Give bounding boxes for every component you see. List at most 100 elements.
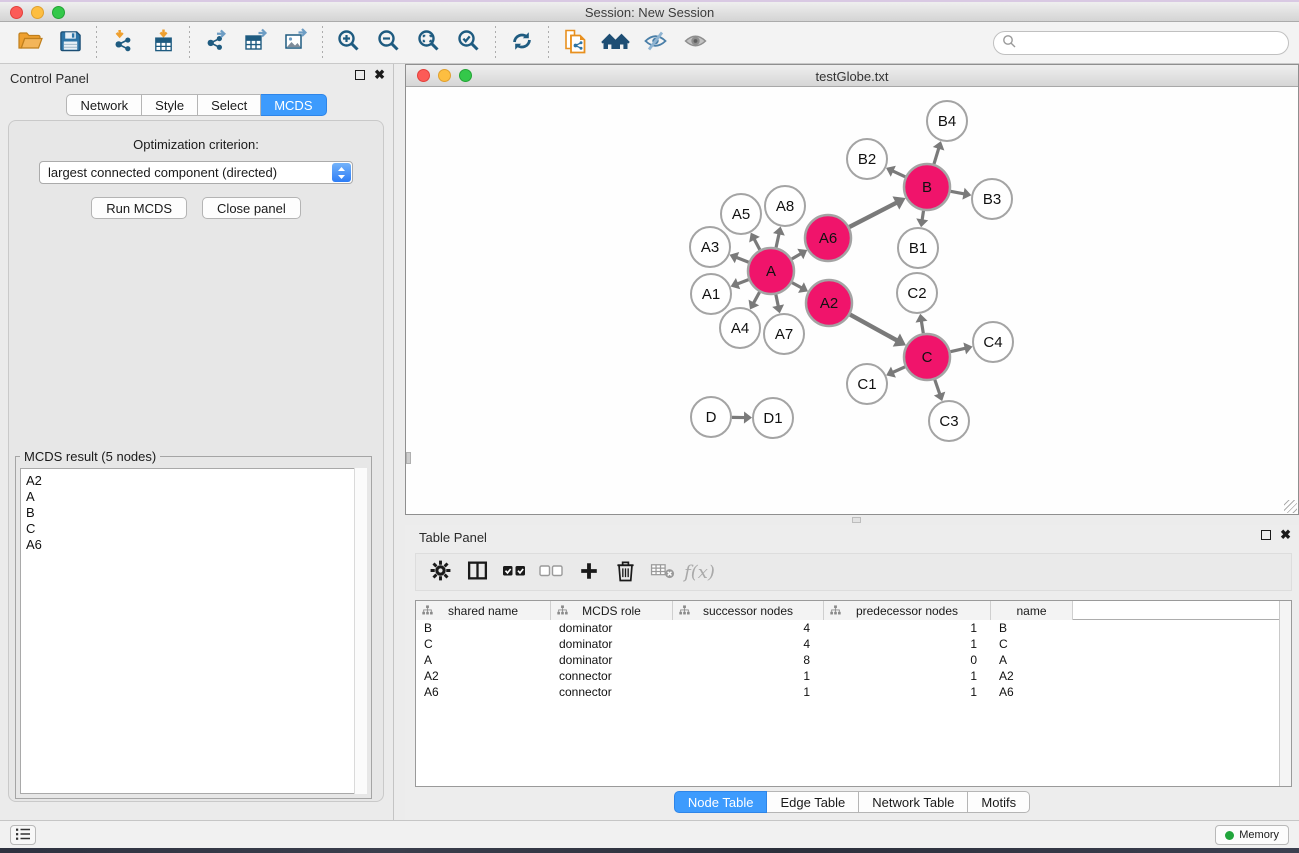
select-all-button[interactable]: [496, 555, 533, 589]
graph-edge-C-C4[interactable]: [950, 348, 965, 351]
graph-edge-B-B1[interactable]: [922, 211, 923, 221]
table-tab-edge-table[interactable]: Edge Table: [767, 791, 859, 813]
task-history-button[interactable]: [10, 825, 36, 845]
tab-mcds[interactable]: MCDS: [261, 94, 326, 116]
panel-splitter-horizontal[interactable]: [405, 515, 1299, 525]
zoom-in-button[interactable]: [329, 24, 369, 62]
column-header-name[interactable]: name: [991, 601, 1073, 620]
graph-edge-B-B2[interactable]: [892, 171, 905, 177]
show-annotations-button[interactable]: [675, 24, 715, 62]
close-panel-icon[interactable]: ✖: [374, 70, 385, 80]
apply-layout-button[interactable]: [502, 24, 542, 62]
create-column-button[interactable]: [570, 555, 607, 589]
main-titlebar[interactable]: Session: New Session: [0, 2, 1299, 22]
toolbar-separator: [189, 26, 190, 60]
splitter-grip[interactable]: [852, 517, 861, 523]
graph-edge-A-A2[interactable]: [792, 283, 802, 288]
graph-edge-A-A7[interactable]: [776, 295, 778, 307]
column-header-mcds-role[interactable]: MCDS role: [551, 601, 673, 620]
memory-button[interactable]: Memory: [1215, 825, 1289, 845]
control-tabs: NetworkStyleSelectMCDS: [66, 94, 326, 116]
window-resize-grip[interactable]: [1284, 500, 1297, 513]
graph-edge-A6-B[interactable]: [849, 203, 896, 227]
tab-select[interactable]: Select: [198, 94, 261, 116]
optimization-criterion-label: Optimization criterion:: [9, 137, 383, 152]
table-row[interactable]: A6connector11A6: [416, 684, 1291, 700]
graph-node-label-C2: C2: [907, 285, 926, 302]
zoom-selected-button[interactable]: [449, 24, 489, 62]
export-network-button[interactable]: [196, 24, 236, 62]
graph-node-label-A3: A3: [701, 239, 719, 256]
table-tab-motifs[interactable]: Motifs: [968, 791, 1030, 813]
table-cell: 1: [673, 669, 824, 683]
hide-annotations-button[interactable]: [635, 24, 675, 62]
new-network-from-selection-button[interactable]: [555, 24, 595, 62]
graph-edge-C-C2[interactable]: [921, 321, 923, 334]
export-table-button[interactable]: [236, 24, 276, 62]
close-panel-button[interactable]: Close panel: [202, 197, 301, 219]
table-cell: A6: [991, 685, 1073, 699]
search-field[interactable]: [993, 31, 1289, 55]
tab-network[interactable]: Network: [66, 94, 142, 116]
tab-style[interactable]: Style: [142, 94, 198, 116]
table-cell: dominator: [551, 621, 673, 635]
graph-node-label-A8: A8: [776, 198, 794, 215]
float-panel-icon[interactable]: [355, 70, 365, 80]
export-image-button[interactable]: [276, 24, 316, 62]
table-row[interactable]: Bdominator41B: [416, 620, 1291, 636]
deselect-all-button[interactable]: [533, 555, 570, 589]
canvas-left-grip[interactable]: [406, 452, 411, 464]
zoom-out-button[interactable]: [369, 24, 409, 62]
graph-node-label-C4: C4: [983, 334, 1002, 351]
table-row[interactable]: A2connector11A2: [416, 668, 1291, 684]
panel-splitter-vertical[interactable]: [394, 64, 405, 820]
graph-edge-B-B3[interactable]: [951, 191, 965, 194]
graph-edge-arrowhead: [772, 304, 784, 313]
zoom-fit-button[interactable]: [409, 24, 449, 62]
graph-edge-A-A6[interactable]: [792, 254, 801, 259]
graph-edge-A-A4[interactable]: [753, 292, 759, 303]
import-network-button[interactable]: [103, 24, 143, 62]
table-settings-button[interactable]: [422, 555, 459, 589]
table-row[interactable]: Adominator80A: [416, 652, 1291, 668]
graph-edge-C-C1[interactable]: [893, 367, 906, 373]
float-table-panel-icon[interactable]: [1261, 530, 1271, 540]
column-header-shared-name[interactable]: shared name: [416, 601, 551, 620]
column-header-label: successor nodes: [703, 604, 793, 618]
column-header-successor-nodes[interactable]: successor nodes: [673, 601, 824, 620]
run-mcds-button[interactable]: Run MCDS: [91, 197, 187, 219]
import-table-button[interactable]: [143, 24, 183, 62]
column-header-predecessor-nodes[interactable]: predecessor nodes: [824, 601, 991, 620]
network-window-titlebar[interactable]: testGlobe.txt: [406, 65, 1298, 87]
result-scrollbar[interactable]: [354, 468, 367, 794]
graph-edge-A2-C[interactable]: [850, 315, 897, 341]
table-body: Bdominator41BCdominator41CAdominator80AA…: [416, 620, 1291, 700]
import-table-icon: [151, 28, 176, 57]
network-canvas[interactable]: B4B2BB3B1A5A8A6A3AA1A4A7A2C2CC4C1C3DD1: [406, 87, 1298, 514]
close-table-panel-icon[interactable]: ✖: [1280, 530, 1291, 540]
application-window: Session: New Session Control Panel ✖ Net…: [0, 0, 1299, 853]
attribute-tree-icon: [679, 605, 690, 616]
graph-edge-A-A8[interactable]: [776, 233, 779, 247]
graph-edge-B-B4[interactable]: [934, 148, 939, 164]
table-tab-network-table[interactable]: Network Table: [859, 791, 968, 813]
save-session-button[interactable]: [50, 24, 90, 62]
first-neighbors-button[interactable]: [595, 24, 635, 62]
table-scrollbar[interactable]: [1279, 601, 1291, 786]
criterion-dropdown[interactable]: largest connected component (directed): [39, 161, 353, 184]
graph-node-label-D1: D1: [763, 410, 782, 427]
graph-edge-C-C3[interactable]: [935, 380, 940, 395]
graph-edge-A-A3[interactable]: [736, 257, 749, 262]
table-tab-node-table[interactable]: Node Table: [674, 791, 768, 813]
search-input[interactable]: [1020, 34, 1288, 52]
trash-icon: [615, 559, 636, 585]
table-row[interactable]: Cdominator41C: [416, 636, 1291, 652]
graph-edge-A-A1[interactable]: [737, 280, 748, 284]
zoom-selected-icon: [456, 28, 482, 57]
attribute-tree-icon: [422, 605, 433, 616]
graph-edge-A-A5[interactable]: [754, 239, 760, 250]
window-title: Session: New Session: [0, 5, 1299, 20]
delete-column-button[interactable]: [607, 555, 644, 589]
open-session-button[interactable]: [10, 24, 50, 62]
show-column-button[interactable]: [459, 555, 496, 589]
